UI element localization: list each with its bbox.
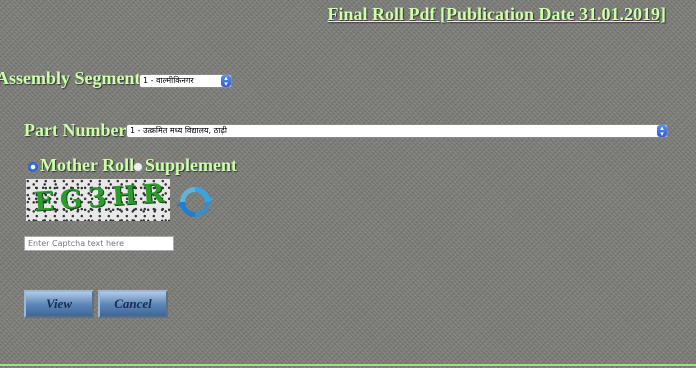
supplement-label: Supplement <box>145 155 238 175</box>
page-title[interactable]: Final Roll Pdf [Publication Date 31.01.2… <box>328 4 667 25</box>
part-number-value: 1 - उत्क्रमित मध्य विद्यालय, ठाढ़ी <box>130 126 227 135</box>
part-number-select[interactable]: 1 - उत्क्रमित मध्य विद्यालय, ठाढ़ी ▴ ▾ <box>126 124 668 138</box>
mother-roll-label: Mother Roll <box>40 155 135 175</box>
part-number-label: Part Number <box>24 120 127 140</box>
assembly-segment-select[interactable]: 1 - वाल्मीकिनगर ▴ ▾ <box>139 74 232 88</box>
mother-roll-radio[interactable] <box>28 162 38 172</box>
chevron-updown-icon: ▴ ▾ <box>657 125 667 137</box>
divider <box>0 364 696 366</box>
assembly-segment-label: Assembly Segment <box>0 68 141 88</box>
cancel-button[interactable]: Cancel <box>98 290 168 318</box>
captcha-image: EG3HR <box>26 179 170 221</box>
captcha-text: EG3HR <box>33 179 170 218</box>
supplement-radio[interactable] <box>133 162 143 172</box>
captcha-input[interactable] <box>24 236 174 251</box>
view-button[interactable]: View <box>24 290 94 318</box>
chevron-updown-icon: ▴ ▾ <box>221 75 231 87</box>
refresh-captcha-icon[interactable] <box>176 183 214 221</box>
assembly-segment-value: 1 - वाल्मीकिनगर <box>143 76 194 85</box>
